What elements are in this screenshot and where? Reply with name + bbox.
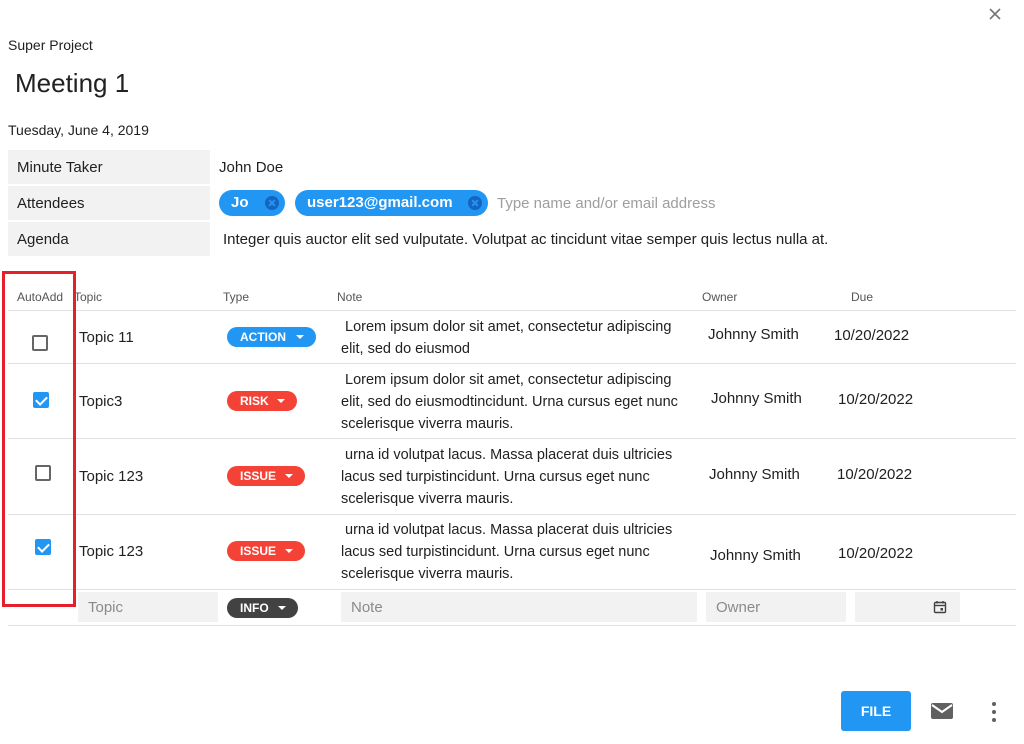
autoadd-highlight-box — [2, 271, 76, 607]
caret-down-icon — [285, 474, 293, 478]
topic-cell[interactable]: Topic3 — [79, 393, 122, 410]
minute-taker-label: Minute Taker — [8, 150, 210, 184]
autoadd-checkbox[interactable] — [35, 465, 51, 481]
col-header-note: Note — [337, 290, 363, 304]
due-cell[interactable]: 10/20/2022 — [838, 391, 913, 408]
project-name: Super Project — [8, 37, 93, 53]
attendee-chip[interactable]: user123@gmail.com — [295, 190, 488, 216]
row-divider — [8, 514, 1016, 515]
meeting-title: Meeting 1 — [15, 68, 130, 98]
note-line: scelerisque viverra mauris. — [341, 416, 514, 432]
topic-cell[interactable]: Topic 123 — [79, 543, 143, 560]
note-line: lacus sed turpistincidunt. Urna cursus e… — [341, 544, 650, 560]
new-owner-input[interactable] — [706, 592, 846, 622]
close-icon[interactable] — [984, 3, 1006, 25]
minute-taker-value[interactable]: John Doe — [219, 159, 283, 176]
col-header-topic: Topic — [74, 290, 103, 304]
type-dropdown[interactable]: ACTION — [227, 327, 316, 347]
file-button[interactable]: FILE — [841, 691, 911, 731]
row-divider — [8, 625, 1016, 626]
note-line: lacus sed turpistincidunt. Urna cursus e… — [341, 469, 650, 485]
due-cell[interactable]: 10/20/2022 — [834, 327, 909, 344]
agenda-value[interactable]: Integer quis auctor elit sed vulputate. … — [223, 231, 828, 248]
agenda-label: Agenda — [8, 222, 210, 256]
type-label: INFO — [240, 601, 269, 615]
autoadd-checkbox[interactable] — [35, 539, 51, 555]
new-type-dropdown[interactable]: INFO — [227, 598, 298, 618]
meeting-date: Tuesday, June 4, 2019 — [8, 122, 149, 138]
caret-down-icon — [277, 399, 285, 403]
note-line: Lorem ipsum dolor sit amet, consectetur … — [345, 319, 672, 335]
col-header-type: Type — [223, 290, 250, 304]
type-dropdown[interactable]: ISSUE — [227, 541, 305, 561]
attendee-chip[interactable]: Jo — [219, 190, 285, 216]
agenda-row: Agenda Integer quis auctor elit sed vulp… — [8, 222, 1016, 256]
note-line: Lorem ipsum dolor sit amet, consectetur … — [345, 372, 672, 388]
autoadd-checkbox[interactable] — [32, 335, 48, 351]
owner-cell[interactable]: Johnny Smith — [711, 390, 802, 407]
type-dropdown[interactable]: RISK — [227, 391, 297, 411]
new-topic-input[interactable] — [78, 592, 218, 622]
note-line: elit, sed do eiusmod — [341, 341, 470, 357]
topic-cell[interactable]: Topic 11 — [79, 329, 134, 346]
caret-down-icon — [278, 606, 286, 610]
type-label: RISK — [240, 394, 269, 408]
calendar-icon[interactable] — [933, 600, 947, 614]
attendee-input[interactable] — [497, 195, 817, 212]
type-label: ISSUE — [240, 544, 277, 558]
owner-cell[interactable]: Johnny Smith — [709, 466, 800, 483]
due-cell[interactable]: 10/20/2022 — [838, 545, 913, 562]
row-divider — [8, 438, 1016, 439]
topic-cell[interactable]: Topic 123 — [79, 468, 143, 485]
attendees-row: Attendees Jo user123@gmail.com — [8, 186, 1016, 220]
caret-down-icon — [296, 335, 304, 339]
note-cell[interactable]: urna id volutpat lacus. Massa placerat d… — [341, 444, 672, 510]
note-line: urna id volutpat lacus. Massa placerat d… — [345, 447, 673, 463]
row-divider — [8, 310, 1016, 311]
due-cell[interactable]: 10/20/2022 — [837, 466, 912, 483]
note-cell[interactable]: Lorem ipsum dolor sit amet, consectetur … — [341, 369, 678, 435]
type-label: ISSUE — [240, 469, 277, 483]
new-note-input[interactable] — [341, 592, 697, 622]
minute-taker-row: Minute Taker John Doe — [8, 150, 1016, 184]
note-line: scelerisque viverra mauris. — [341, 491, 514, 507]
note-line: elit, sed do eiusmodtincidunt. Urna curs… — [341, 394, 678, 410]
attendee-chip-label: user123@gmail.com — [307, 194, 453, 211]
type-label: ACTION — [240, 330, 286, 344]
note-line: scelerisque viverra mauris. — [341, 566, 514, 582]
more-vertical-icon[interactable] — [986, 700, 1002, 724]
row-divider — [8, 363, 1016, 364]
remove-chip-icon[interactable] — [265, 196, 279, 210]
attendees-label: Attendees — [8, 186, 210, 220]
note-line: urna id volutpat lacus. Massa placerat d… — [345, 522, 673, 538]
col-header-autoadd: AutoAdd — [17, 290, 64, 304]
note-cell[interactable]: urna id volutpat lacus. Massa placerat d… — [341, 519, 672, 585]
note-cell[interactable]: Lorem ipsum dolor sit amet, consectetur … — [341, 316, 671, 360]
mail-icon[interactable] — [929, 700, 955, 722]
col-header-owner: Owner — [702, 290, 738, 304]
caret-down-icon — [285, 549, 293, 553]
owner-cell[interactable]: Johnny Smith — [708, 326, 799, 343]
autoadd-checkbox[interactable] — [33, 392, 49, 408]
attendee-chip-label: Jo — [231, 194, 249, 211]
col-header-due: Due — [851, 290, 874, 304]
type-dropdown[interactable]: ISSUE — [227, 466, 305, 486]
remove-chip-icon[interactable] — [468, 196, 482, 210]
row-divider — [8, 589, 1016, 590]
owner-cell[interactable]: Johnny Smith — [710, 547, 801, 564]
